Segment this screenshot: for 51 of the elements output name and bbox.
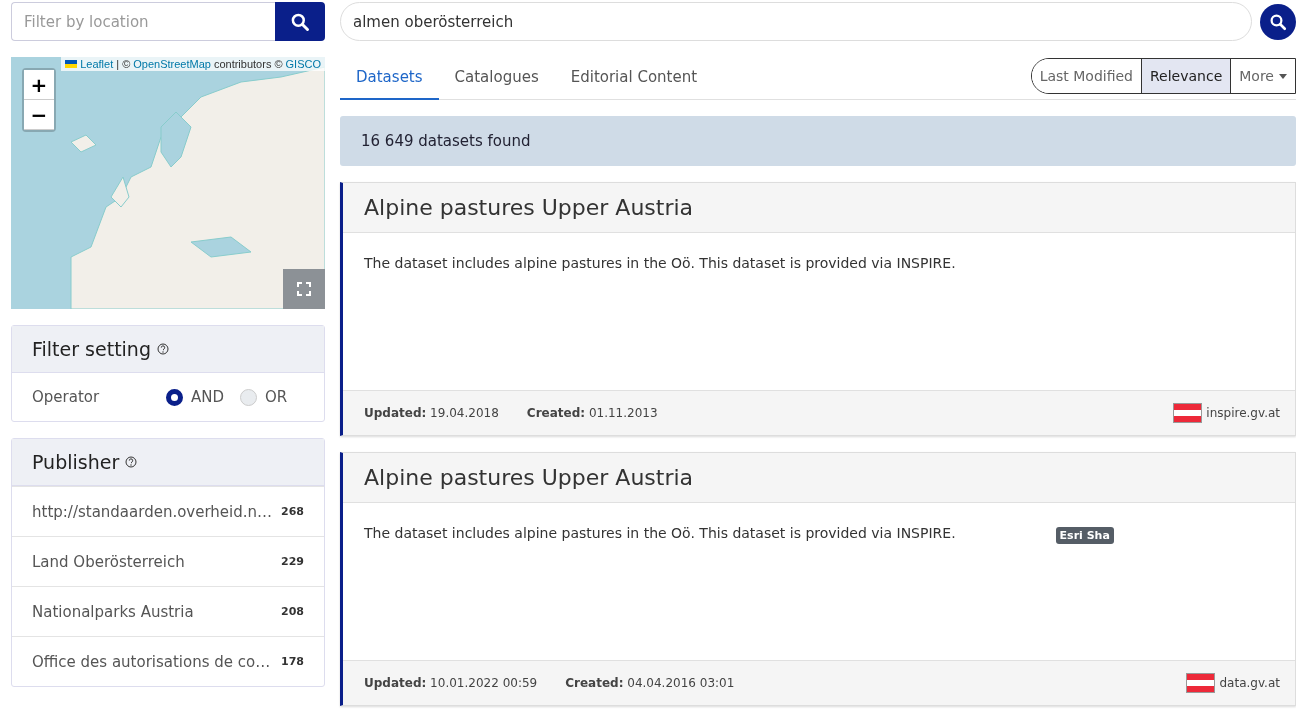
caret-icon <box>1279 73 1287 79</box>
attribution-link[interactable]: GISCO <box>285 58 321 70</box>
map[interactable]: Leaflet | © OpenStreetMap contributors © GISCO + − <box>11 57 325 309</box>
help-icon[interactable] <box>125 456 138 468</box>
zoom-in-button[interactable]: + <box>24 70 54 100</box>
search-field[interactable]: almen oberösterreich <box>340 2 1252 41</box>
tab[interactable]: Datasets <box>340 56 439 100</box>
card-title: Publisher <box>32 451 120 473</box>
format-badge: Esri Sha <box>1055 527 1114 544</box>
attribution-link[interactable]: Leaflet <box>80 58 114 70</box>
search-icon <box>1269 12 1287 31</box>
created-date: Created: 01.11.2013 <box>526 406 658 420</box>
publisher-count: 268 <box>281 505 304 518</box>
dataset-title-link[interactable]: Alpine pastures Upper Austria <box>364 465 694 490</box>
updated-date: Updated: 10.01.2022 00:59 <box>364 676 538 690</box>
source-domain: inspire.gv.at <box>1206 406 1280 420</box>
publisher-link[interactable]: Land Oberösterreich <box>32 552 185 571</box>
result-count-banner: 16 649 datasets found <box>340 116 1296 166</box>
card-title: Filter setting <box>32 338 151 360</box>
fullscreen-icon <box>297 282 311 296</box>
publisher-count: 178 <box>281 655 304 668</box>
publisher-count: 208 <box>281 605 304 618</box>
sort-button[interactable]: Relevance <box>1141 59 1231 93</box>
zoom-out-button[interactable]: − <box>24 100 54 130</box>
location-search-button[interactable] <box>275 2 325 41</box>
created-date: Created: 04.04.2016 03:01 <box>565 676 735 690</box>
updated-date: Updated: 19.04.2018 <box>364 406 499 420</box>
attribution-text: contributors © <box>213 58 283 70</box>
dataset-description: The dataset includes alpine pastures in the Oö. This dataset is provided via INSPIRE. <box>364 255 956 271</box>
tab[interactable]: Catalogues <box>438 56 555 100</box>
fullscreen-button[interactable] <box>283 269 325 309</box>
publisher-link[interactable]: Nationalparks Austria <box>32 602 194 621</box>
dataset-title-link[interactable]: Alpine pastures Upper Austria <box>364 195 694 220</box>
attribution-link[interactable]: OpenStreetMap <box>133 58 211 70</box>
source-domain: data.gv.at <box>1219 676 1280 690</box>
flag-icon <box>65 60 78 68</box>
operator-radio[interactable]: AND <box>166 388 225 406</box>
location-search-field[interactable]: Filter by location <box>11 2 275 41</box>
publisher-link[interactable]: Office des autorisations de co… <box>32 652 271 671</box>
operator-radio[interactable]: OR <box>240 388 288 406</box>
publisher-count: 229 <box>281 555 304 568</box>
operator-label: Operator <box>32 388 101 406</box>
flag-icon <box>1173 403 1203 423</box>
dataset-description: The dataset includes alpine pastures in the Oö. This dataset is provided via INSPIRE. <box>364 525 956 541</box>
publisher-link[interactable]: http://standaarden.overheid.n… <box>32 502 273 521</box>
attribution-text: | © <box>116 58 131 70</box>
search-icon <box>290 11 310 32</box>
tab[interactable]: Editorial Content <box>554 56 714 100</box>
help-icon[interactable] <box>156 343 169 355</box>
search-button[interactable] <box>1260 3 1296 40</box>
flag-icon <box>1186 673 1216 693</box>
